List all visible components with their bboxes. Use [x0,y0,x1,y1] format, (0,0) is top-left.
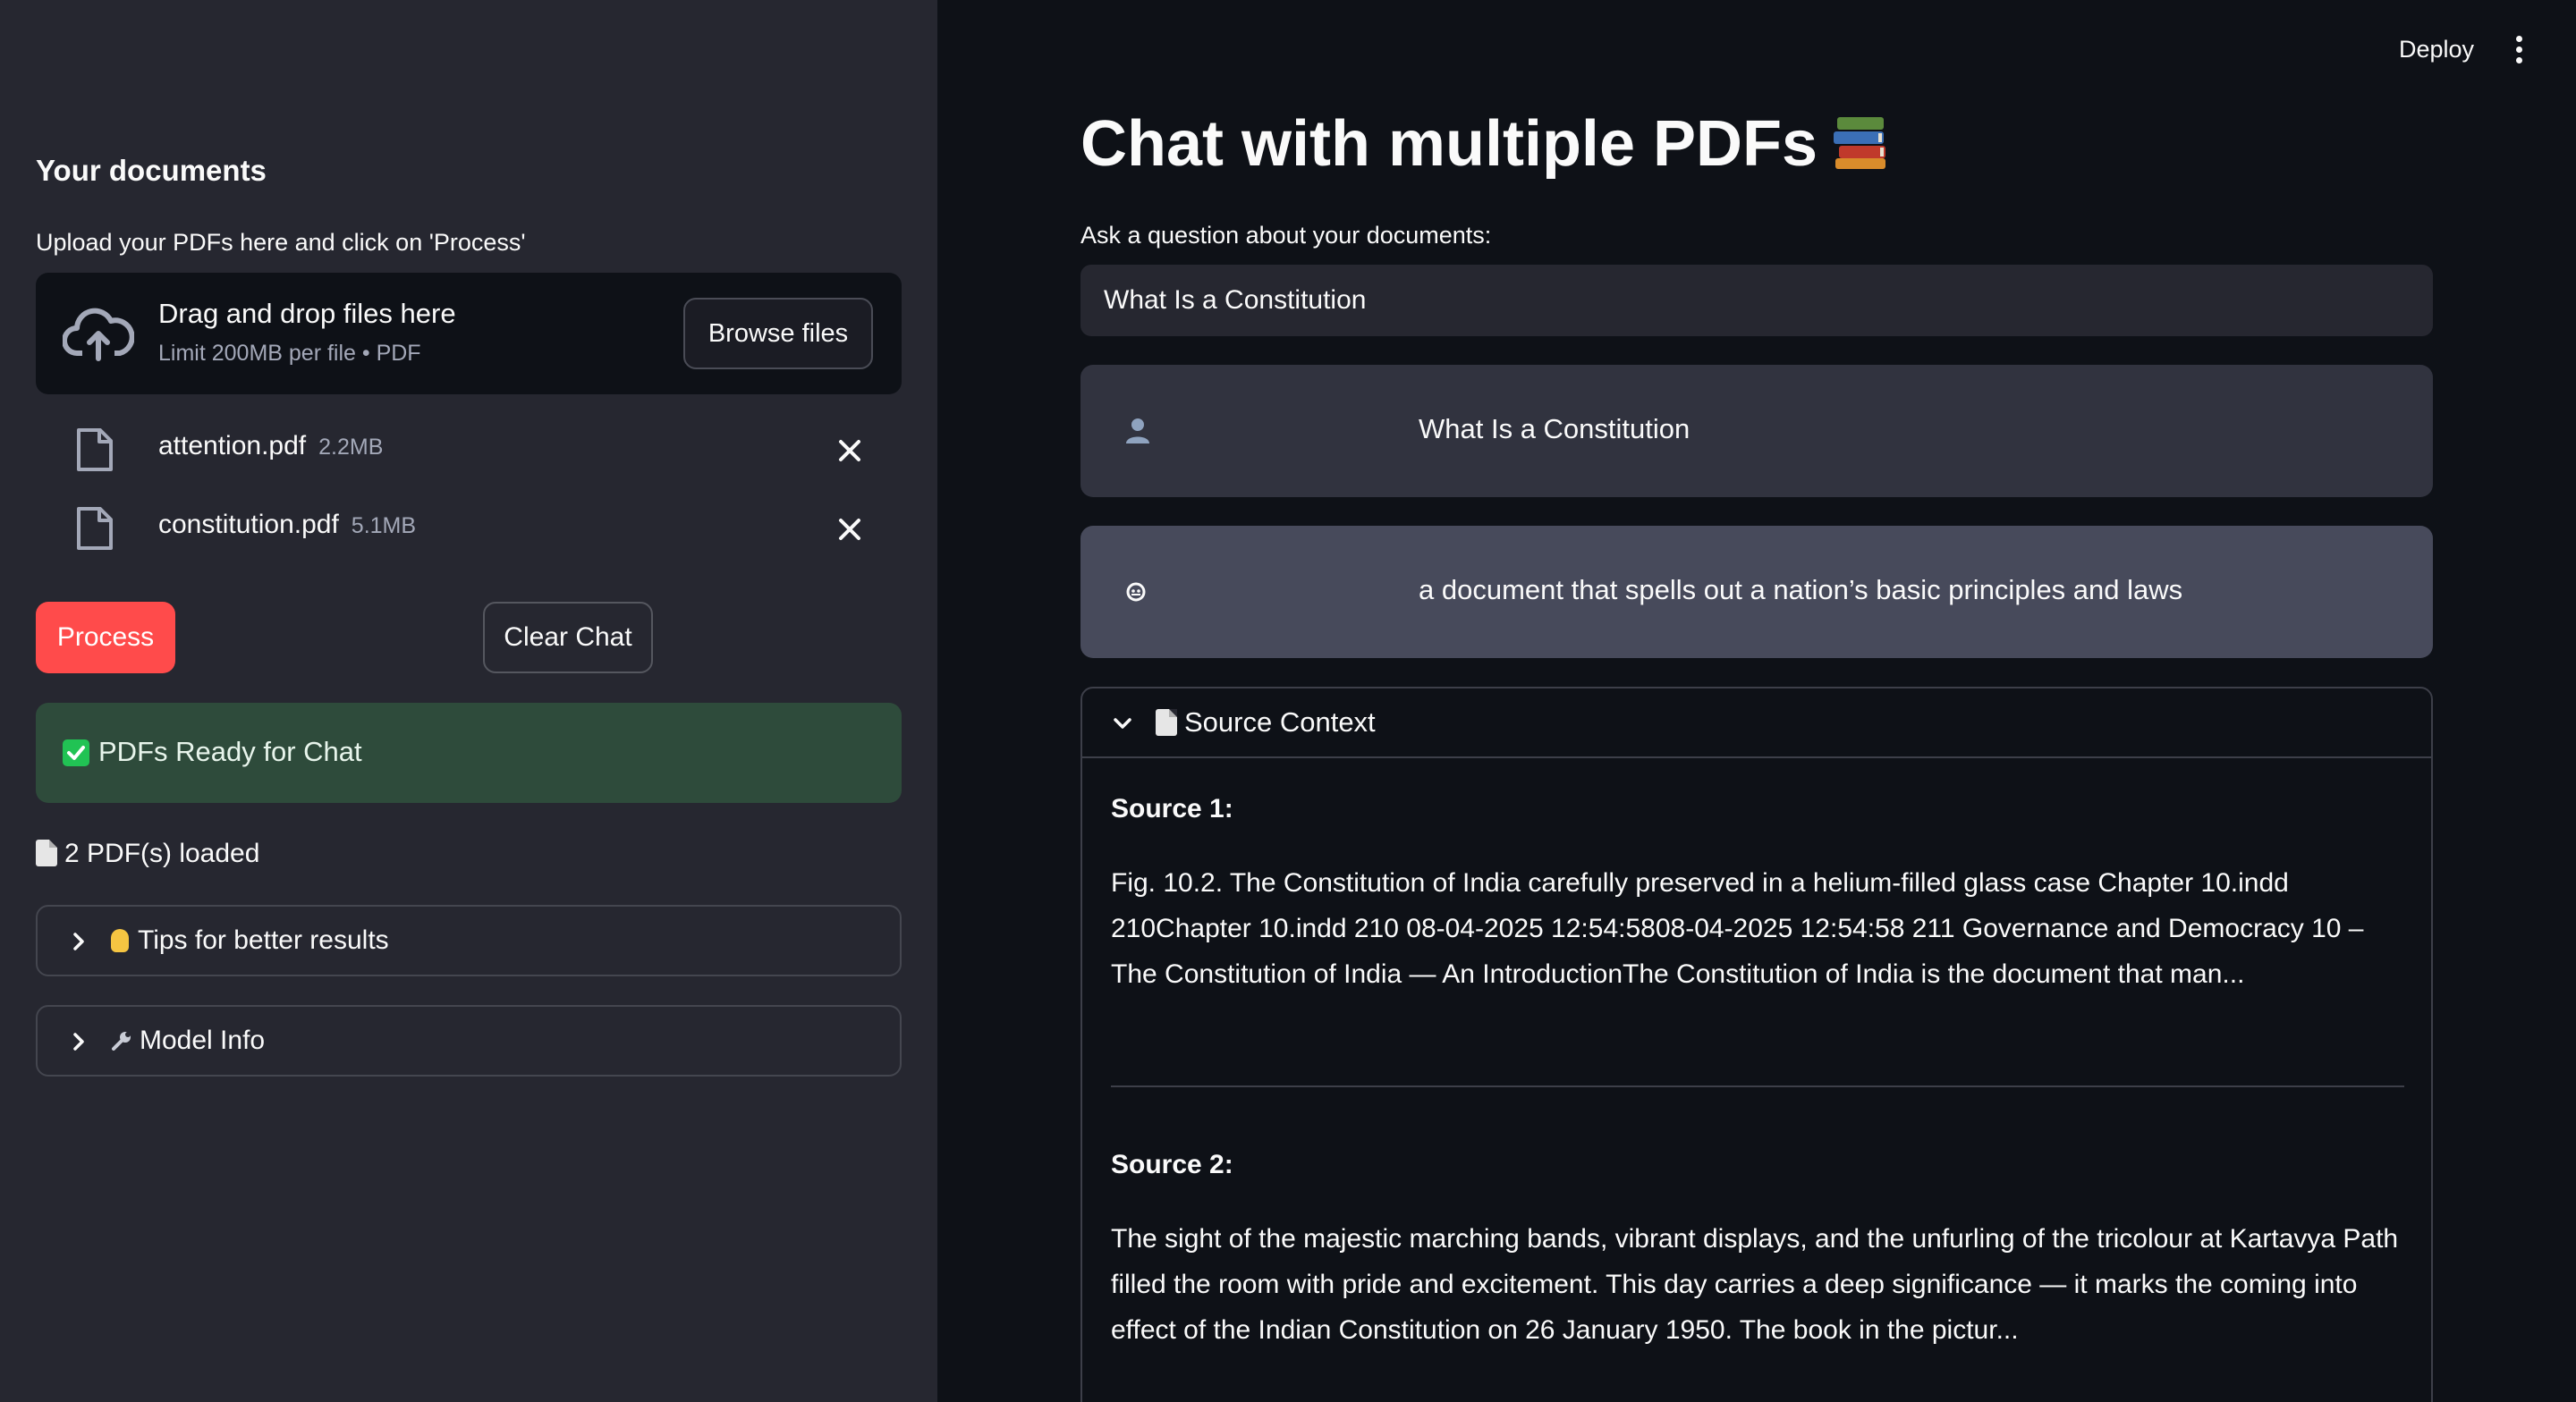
books-icon [1834,117,1886,169]
close-icon[interactable] [832,511,868,547]
wrench-icon [112,1032,131,1051]
source-title: Source 2: [1111,1150,1233,1179]
source-title: Source 1: [1111,794,1233,823]
file-name: attention.pdf [158,431,307,460]
cloud-upload-icon [63,308,134,361]
dropzone-text: Drag and drop files here [158,298,456,329]
page-icon [1156,709,1177,736]
chat-message-text: a document that spells out a nation’s ba… [1419,574,2183,605]
chat-message-user: What Is a Constitution [1080,365,2433,497]
file-dropzone[interactable]: Drag and drop files here Limit 200MB per… [36,273,902,394]
question-label: Ask a question about your documents: [1080,222,1492,249]
source-context-header[interactable]: Source Context [1082,688,2431,758]
user-avatar-icon [1126,418,1149,443]
status-text: PDFs Ready for Chat [98,736,362,767]
file-icon [77,507,113,550]
model-info-expander[interactable]: Model Info [36,1005,902,1077]
sidebar-title: Your documents [36,154,267,187]
chat-message-text: What Is a Constitution [1419,413,1690,444]
clear-chat-button[interactable]: Clear Chat [483,602,653,673]
chevron-right-icon [73,933,84,950]
source-context-label: Source Context [1184,706,1376,738]
model-info-expander-label: Model Info [140,1026,266,1055]
uploaded-file-item: constitution.pdf 5.1MB [36,492,902,563]
tips-expander-label: Tips for better results [138,925,389,955]
loaded-count: 2 PDF(s) loaded [36,839,259,869]
close-icon[interactable] [832,433,868,469]
question-input[interactable] [1080,265,2433,336]
file-icon [77,428,113,471]
file-size: 5.1MB [351,513,417,538]
chevron-right-icon [73,1033,84,1051]
upload-label: Upload your PDFs here and click on 'Proc… [36,229,526,256]
chat-message-assistant: a document that spells out a nation’s ba… [1080,526,2433,658]
page-title-text: Chat with multiple PDFs [1080,108,1818,180]
page-icon [36,840,57,866]
chevron-down-icon [1114,718,1131,729]
bot-avatar-icon [1126,582,1146,602]
divider [1111,1085,2404,1087]
file-name: constitution.pdf [158,510,339,539]
deploy-button[interactable]: Deploy [2399,36,2474,63]
sidebar: Your documents Upload your PDFs here and… [0,0,937,1402]
source-text: Fig. 10.2. The Constitution of India car… [1111,868,2364,989]
process-button[interactable]: Process [36,602,175,673]
check-icon [63,739,89,766]
source-context-expander: Source Context Source 1: Fig. 10.2. The … [1080,687,2433,1402]
file-size: 2.2MB [318,435,384,460]
kebab-menu-icon[interactable] [2510,36,2528,68]
lightbulb-icon [111,929,129,952]
dropzone-limit-text: Limit 200MB per file • PDF [158,341,421,366]
uploaded-file-item: attention.pdf 2.2MB [36,413,902,485]
page-title: Chat with multiple PDFs [1080,107,1893,181]
loaded-count-text: 2 PDF(s) loaded [64,839,260,868]
source-text: The sight of the majestic marching bands… [1111,1224,2399,1345]
tips-expander[interactable]: Tips for better results [36,905,902,976]
browse-files-button[interactable]: Browse files [683,298,873,369]
status-alert: PDFs Ready for Chat [36,703,902,803]
